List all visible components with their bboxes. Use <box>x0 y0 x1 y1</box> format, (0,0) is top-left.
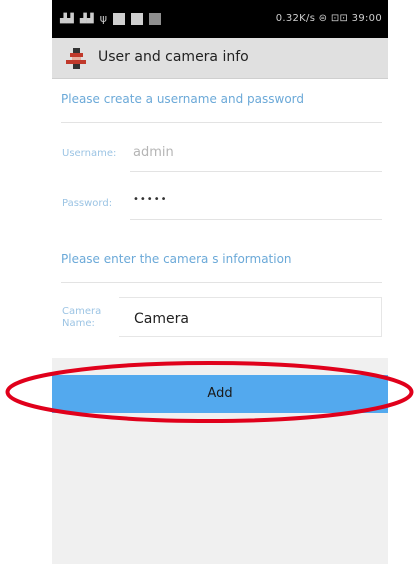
camera-name-label-line2: Name: <box>62 318 95 329</box>
divider <box>130 219 382 220</box>
input-border <box>119 297 382 337</box>
usb-icon: ψ <box>99 12 107 25</box>
page-title: User and camera info <box>98 49 249 65</box>
camera-name-label-line1: Camera <box>62 306 102 317</box>
camera-info-section: Please enter the camera s information Ca… <box>52 230 388 358</box>
user-credentials-section: Please create a username and password Us… <box>52 79 388 230</box>
image-icon <box>112 12 125 25</box>
user-section-prompt: Please create a username and password <box>61 92 304 106</box>
username-label: Username: <box>62 148 117 159</box>
camera-app-icon <box>66 48 86 69</box>
app-notification-icon-2 <box>148 12 161 25</box>
phone-screen: ▟▟ ▟▟ ψ 0.32K/s ⊜ ⊡⊡ 39:00 User and came… <box>52 0 388 564</box>
status-right-text: 0.32K/s ⊜ ⊡⊡ 39:00 <box>275 13 382 24</box>
divider <box>130 171 382 172</box>
signal-icon: ▟▟ <box>60 13 74 24</box>
camera-name-label: Camera Name: <box>62 306 101 330</box>
status-icons: ▟▟ ▟▟ ψ <box>60 12 161 25</box>
divider <box>61 122 382 123</box>
password-field[interactable]: ••••• <box>133 194 168 205</box>
highlight-annotation <box>5 361 414 423</box>
app-notification-icon <box>130 12 143 25</box>
signal-icon-2: ▟▟ <box>79 13 94 24</box>
username-field[interactable]: admin <box>133 145 174 160</box>
password-label: Password: <box>62 198 113 209</box>
camera-section-prompt: Please enter the camera s information <box>61 252 292 266</box>
app-header: User and camera info <box>52 38 388 79</box>
status-bar: ▟▟ ▟▟ ψ 0.32K/s ⊜ ⊡⊡ 39:00 <box>52 0 388 38</box>
divider <box>61 282 382 283</box>
